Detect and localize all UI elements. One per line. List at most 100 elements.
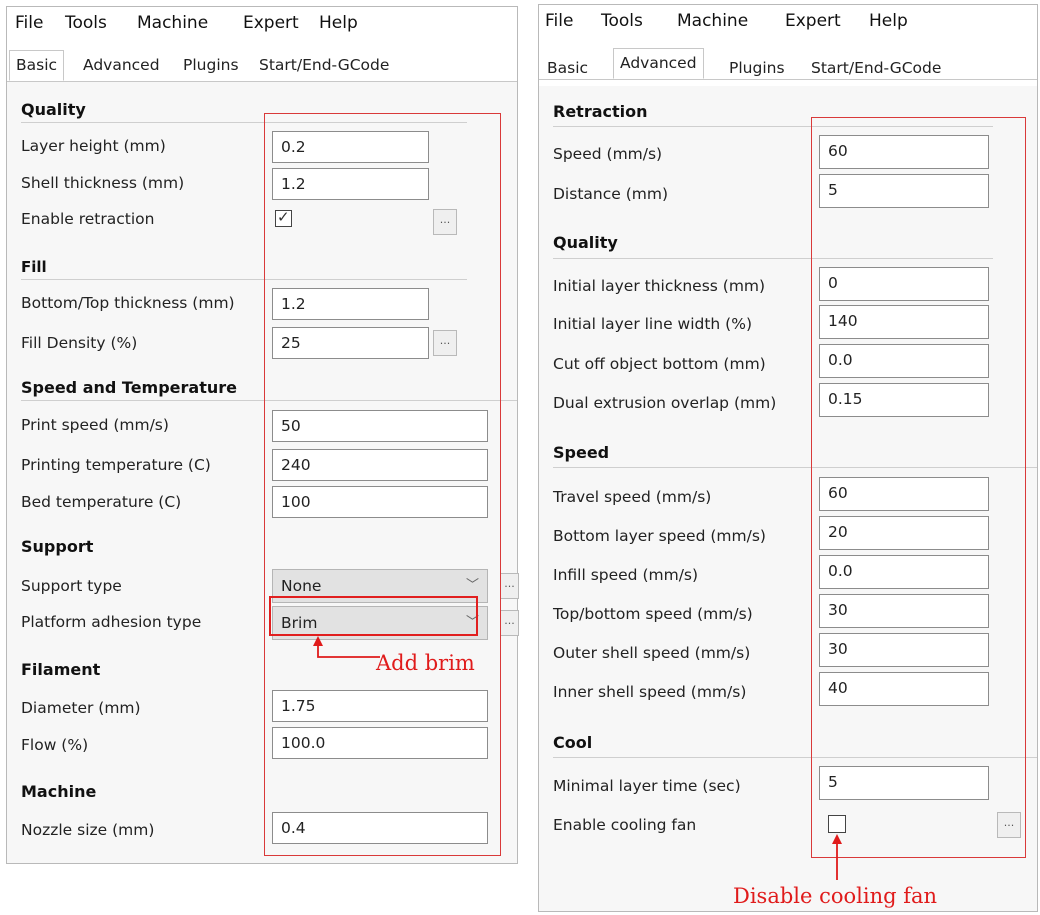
bed-temperature-input[interactable]: 100: [272, 486, 488, 518]
initial-layer-line-width-label: Initial layer line width (%): [553, 315, 753, 333]
menu-expert[interactable]: Expert: [243, 13, 299, 33]
section-title-filament: Filament: [21, 660, 101, 679]
travel-speed-input[interactable]: 60: [819, 477, 989, 511]
minimal-layer-time-input[interactable]: 5: [819, 766, 989, 800]
chevron-down-icon: ﹀: [465, 578, 479, 593]
add-brim-arrow-line: [317, 638, 380, 658]
bed-temperature-label: Bed temperature (C): [21, 493, 182, 511]
chevron-down-icon: ﹀: [465, 615, 479, 630]
cut-off-bottom-input[interactable]: 0.0: [819, 344, 989, 378]
fill-density-input[interactable]: 25: [272, 327, 429, 359]
tab-advanced[interactable]: Advanced: [77, 51, 166, 80]
section-title-speed-temperature: Speed and Temperature: [21, 378, 237, 397]
retraction-distance-label: Distance (mm): [553, 185, 668, 203]
platform-adhesion-options-button[interactable]: ...: [500, 610, 519, 636]
diameter-input[interactable]: 1.75: [272, 690, 488, 722]
print-speed-label: Print speed (mm/s): [21, 416, 169, 434]
travel-speed-label: Travel speed (mm/s): [553, 488, 712, 506]
flow-label: Flow (%): [21, 736, 89, 754]
section-divider: [553, 258, 993, 259]
tab-start-end-gcode[interactable]: Start/End-GCode: [805, 54, 947, 83]
tab-bar: Basic Advanced Plugins Start/End-GCode: [539, 48, 1037, 83]
section-divider: [553, 757, 1037, 758]
section-title-quality: Quality: [21, 100, 86, 119]
tab-start-end-gcode[interactable]: Start/End-GCode: [253, 51, 395, 80]
initial-layer-thickness-label: Initial layer thickness (mm): [553, 277, 766, 295]
disable-cooling-fan-annotation: Disable cooling fan: [733, 884, 938, 908]
outer-shell-speed-input[interactable]: 30: [819, 633, 989, 667]
dual-extrusion-overlap-input[interactable]: 0.15: [819, 383, 989, 417]
tab-basic[interactable]: Basic: [9, 50, 65, 81]
add-brim-arrowhead: [313, 636, 323, 646]
menu-tools[interactable]: Tools: [601, 11, 643, 31]
shell-thickness-label: Shell thickness (mm): [21, 174, 185, 192]
tab-bar: Basic Advanced Plugins Start/End-GCode: [7, 50, 517, 82]
section-title-cool: Cool: [553, 733, 593, 752]
nozzle-size-label: Nozzle size (mm): [21, 821, 155, 839]
diameter-label: Diameter (mm): [21, 699, 141, 717]
support-type-label: Support type: [21, 577, 122, 595]
section-title-support: Support: [21, 537, 94, 556]
cooling-fan-options-button[interactable]: ...: [997, 812, 1021, 838]
menu-tools[interactable]: Tools: [65, 13, 107, 33]
menu-expert[interactable]: Expert: [785, 11, 841, 31]
printing-temperature-input[interactable]: 240: [272, 449, 488, 481]
menu-help[interactable]: Help: [869, 11, 908, 31]
platform-adhesion-label: Platform adhesion type: [21, 613, 202, 631]
bottom-layer-speed-input[interactable]: 20: [819, 516, 989, 550]
platform-adhesion-value: Brim: [281, 614, 318, 632]
layer-height-label: Layer height (mm): [21, 137, 166, 155]
section-divider: [553, 126, 993, 127]
section-divider: [21, 122, 467, 123]
initial-layer-line-width-input[interactable]: 140: [819, 305, 989, 339]
section-divider: [21, 400, 517, 401]
layer-height-input[interactable]: 0.2: [272, 131, 429, 163]
menu-file[interactable]: File: [15, 13, 43, 33]
inner-shell-speed-input[interactable]: 40: [819, 672, 989, 706]
inner-shell-speed-label: Inner shell speed (mm/s): [553, 683, 747, 701]
retraction-speed-label: Speed (mm/s): [553, 145, 663, 163]
tab-plugins[interactable]: Plugins: [723, 54, 791, 83]
enable-retraction-checkbox[interactable]: ✓: [275, 208, 292, 227]
fill-density-label: Fill Density (%): [21, 334, 138, 352]
tab-advanced[interactable]: Advanced: [613, 48, 704, 79]
tab-plugins[interactable]: Plugins: [177, 51, 245, 80]
menu-help[interactable]: Help: [319, 13, 358, 33]
support-type-options-button[interactable]: ...: [500, 573, 519, 599]
printing-temperature-label: Printing temperature (C): [21, 456, 211, 474]
section-title-fill: Fill: [21, 258, 47, 276]
disable-cooling-fan-arrowhead: [832, 834, 842, 844]
minimal-layer-time-label: Minimal layer time (sec): [553, 777, 741, 795]
add-brim-annotation: Add brim: [376, 651, 475, 675]
initial-layer-thickness-input[interactable]: 0: [819, 267, 989, 301]
tab-basic[interactable]: Basic: [541, 54, 594, 83]
section-title-quality: Quality: [553, 233, 618, 252]
shell-thickness-input[interactable]: 1.2: [272, 168, 429, 200]
section-divider: [553, 467, 1037, 468]
flow-input[interactable]: 100.0: [272, 727, 488, 759]
basic-settings-content: Quality Layer height (mm) 0.2 Shell thic…: [7, 82, 519, 863]
cut-off-bottom-label: Cut off object bottom (mm): [553, 355, 766, 373]
retraction-options-button[interactable]: ...: [433, 209, 457, 235]
fill-density-options-button[interactable]: ...: [433, 330, 457, 356]
section-title-speed: Speed: [553, 443, 610, 462]
advanced-settings-content: Retraction Speed (mm/s) 60 Distance (mm)…: [539, 86, 1037, 911]
infill-speed-label: Infill speed (mm/s): [553, 566, 699, 584]
menu-file[interactable]: File: [545, 11, 573, 31]
enable-cooling-fan-checkbox[interactable]: [828, 815, 846, 833]
nozzle-size-input[interactable]: 0.4: [272, 812, 488, 844]
retraction-distance-input[interactable]: 5: [819, 174, 989, 208]
left-settings-window: File Tools Machine Expert Help Basic Adv…: [6, 6, 519, 864]
menu-machine[interactable]: Machine: [677, 11, 748, 31]
section-title-machine: Machine: [21, 782, 97, 801]
menu-machine[interactable]: Machine: [137, 13, 208, 33]
disable-cooling-fan-arrow: [832, 834, 842, 880]
infill-speed-input[interactable]: 0.0: [819, 555, 989, 589]
retraction-speed-input[interactable]: 60: [819, 135, 989, 169]
print-speed-input[interactable]: 50: [272, 410, 488, 442]
top-bottom-speed-input[interactable]: 30: [819, 594, 989, 628]
bottom-top-thickness-input[interactable]: 1.2: [272, 288, 429, 320]
support-type-select[interactable]: None ﹀: [272, 569, 488, 603]
check-icon: ✓: [277, 208, 290, 226]
top-bottom-speed-label: Top/bottom speed (mm/s): [553, 605, 753, 623]
